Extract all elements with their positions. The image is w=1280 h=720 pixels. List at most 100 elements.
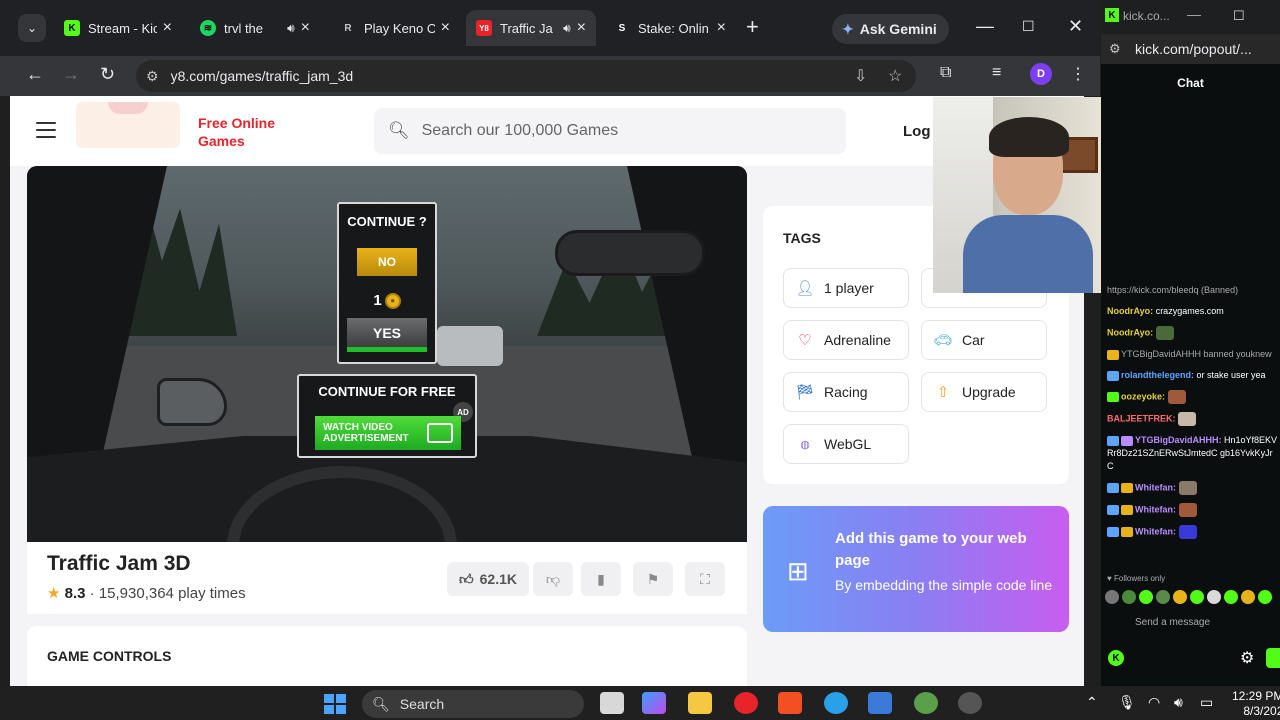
site-logo[interactable] xyxy=(76,102,180,148)
chrome-profile-icon[interactable] xyxy=(914,692,938,714)
site-info-icon[interactable]: ⚙︎ xyxy=(1109,41,1121,57)
no-button[interactable]: NO xyxy=(357,248,417,276)
tab-label: Stream - Kic xyxy=(88,20,157,36)
star-icon: ★ xyxy=(47,585,61,602)
fullscreen-button[interactable]: ⛶ xyxy=(685,562,725,596)
windows-start-icon[interactable] xyxy=(324,694,346,714)
tab-kick-stream[interactable]: K Stream - Kic × xyxy=(54,10,182,46)
site-search-bar[interactable]: 🔍︎ xyxy=(374,108,846,154)
chat-message: Whitefan: xyxy=(1107,481,1280,495)
logo-tagline[interactable]: Free Online Games xyxy=(198,114,275,150)
close-window-icon[interactable]: ✕ xyxy=(1068,16,1083,37)
close-tab-icon[interactable]: × xyxy=(163,19,172,37)
edge-icon[interactable] xyxy=(824,692,848,714)
play-count: 15,930,364 play times xyxy=(98,585,246,602)
speaker-icon[interactable]: 🔊︎ xyxy=(287,21,295,36)
copilot-icon[interactable] xyxy=(642,692,666,714)
face-emote-icon xyxy=(1178,503,1197,517)
minimize-icon[interactable]: — xyxy=(1187,6,1201,22)
send-message-input[interactable] xyxy=(1135,617,1275,628)
address-bar[interactable]: ⚙︎ y8.com/games/traffic_jam_3d ⇩ ☆ xyxy=(136,60,916,92)
kick-icon[interactable]: K xyxy=(1108,650,1124,666)
wifi-icon[interactable]: ◠ xyxy=(1148,694,1160,711)
continue-title: CONTINUE ? xyxy=(347,214,427,229)
kick-address-bar[interactable]: ⚙︎ kick.com/popout/... xyxy=(1101,34,1280,64)
back-arrow-icon[interactable]: ← xyxy=(26,64,44,85)
report-button[interactable]: ⚑ xyxy=(633,562,673,596)
media-control-icon[interactable]: ≡ xyxy=(992,64,1001,82)
taskbar-search[interactable]: 🔍︎ Search xyxy=(362,690,584,718)
battery-icon[interactable]: ▭ xyxy=(1200,694,1213,711)
kick-titlebar: K kick.co... — ☐ xyxy=(1101,0,1280,34)
embed-subtitle: By embedding the simple code line xyxy=(835,577,1053,593)
profile-avatar[interactable]: D xyxy=(1030,63,1052,85)
tab-stake[interactable]: S Stake: Onlin × xyxy=(604,10,736,46)
upgrade-arrow-icon: ⇧ xyxy=(936,384,950,401)
tab-keno[interactable]: R Play Keno O × xyxy=(330,10,460,46)
yes-button[interactable]: YES xyxy=(347,318,427,352)
new-tab-button[interactable]: + xyxy=(746,16,759,38)
maximize-icon[interactable]: ☐ xyxy=(1022,18,1035,35)
kick-window-title: kick.co... xyxy=(1123,9,1170,23)
tray-overflow-icon[interactable]: ⌃ xyxy=(1086,694,1098,711)
photos-icon[interactable] xyxy=(868,692,892,714)
rearview-mirror xyxy=(555,230,705,276)
volume-icon[interactable]: 🔊︎ xyxy=(1174,694,1183,711)
forward-arrow-icon[interactable]: → xyxy=(62,64,80,85)
gemini-sparkle-icon: ✦ xyxy=(842,20,854,37)
close-tab-icon[interactable]: × xyxy=(301,19,310,37)
embed-game-card[interactable]: ⊞ Add this game to your web page By embe… xyxy=(763,506,1069,632)
tab-spotify[interactable]: ≋ trvl the 🔊︎ × xyxy=(190,10,320,46)
task-view-icon[interactable] xyxy=(600,692,624,714)
system-clock[interactable]: 12:29 PM 8/3/202 xyxy=(1232,689,1280,719)
settings-gear-icon[interactable]: ⚙ xyxy=(1240,648,1254,668)
tag-car[interactable]: 🚗︎ Car xyxy=(921,320,1047,360)
tag-racing[interactable]: 🏁︎ Racing xyxy=(783,372,909,412)
tab-label: Stake: Onlin xyxy=(638,20,709,36)
like-button[interactable]: 👍︎ 62.1K xyxy=(447,562,529,596)
microsoft-store-icon[interactable] xyxy=(778,692,802,714)
tag-1-player[interactable]: 👤︎ 1 player xyxy=(783,268,909,308)
close-tab-icon[interactable]: × xyxy=(577,19,586,37)
maximize-icon[interactable]: ☐ xyxy=(1233,8,1245,24)
microphone-icon[interactable]: 🎙︎ xyxy=(1118,694,1136,711)
game-controls-title: GAME CONTROLS xyxy=(47,648,172,664)
search-input[interactable] xyxy=(421,122,822,140)
bookmark-button[interactable]: ▮ xyxy=(581,562,621,596)
file-explorer-icon[interactable] xyxy=(688,692,712,714)
login-link[interactable]: Log xyxy=(903,123,931,140)
install-app-icon[interactable]: ⇩ xyxy=(854,66,867,86)
tag-webgl[interactable]: ◍ WebGL xyxy=(783,424,909,464)
speaker-icon[interactable]: 🔊︎ xyxy=(563,21,571,36)
chat-messages: https://kick.com/bleedq (Banned) NoodrAy… xyxy=(1107,284,1280,547)
stake-icon: S xyxy=(618,22,626,34)
dislike-button[interactable]: 👎︎ xyxy=(533,562,573,596)
like-count: 62.1K xyxy=(479,571,517,587)
chrome-icon[interactable] xyxy=(734,692,758,714)
film-icon xyxy=(427,423,453,443)
site-info-icon[interactable]: ⚙︎ xyxy=(146,68,159,85)
watch-video-ad-button[interactable]: WATCH VIDEO ADVERTISEMENT xyxy=(315,416,461,450)
minimize-icon[interactable]: — xyxy=(976,16,994,37)
chat-message: NoodrAyo: crazygames.com xyxy=(1107,306,1224,316)
tab-traffic-jam[interactable]: Y8 Traffic Ja 🔊︎ × xyxy=(466,10,596,46)
reload-icon[interactable]: ↻ xyxy=(100,64,115,85)
webgl-icon: ◍ xyxy=(800,438,810,451)
watch-line-1: WATCH VIDEO xyxy=(323,422,393,433)
close-tab-icon[interactable]: × xyxy=(717,19,726,37)
chat-send-button[interactable] xyxy=(1266,648,1280,668)
game-canvas[interactable]: CONTINUE ? NO 1 ● YES CONTINUE FOR FREE A… xyxy=(27,166,747,542)
bookmark-star-icon[interactable]: ☆ xyxy=(888,66,902,86)
tag-adrenaline[interactable]: ♡ Adrenaline xyxy=(783,320,909,360)
tag-upgrade[interactable]: ⇧ Upgrade xyxy=(921,372,1047,412)
extensions-icon[interactable]: ⧉ xyxy=(940,64,951,82)
windows-taskbar: 🔍︎ Search ⌃ 🎙︎ ◠ 🔊︎ ▭ 12:29 PM 8/3/202 xyxy=(0,686,1280,720)
hamburger-menu-icon[interactable] xyxy=(36,122,56,138)
more-menu-icon[interactable]: ⋮ xyxy=(1070,64,1086,84)
close-tab-icon[interactable]: × xyxy=(441,19,450,37)
emote-bar[interactable] xyxy=(1105,590,1280,606)
side-mirror xyxy=(157,378,227,426)
tab-search-menu-button[interactable]: ⌄ xyxy=(18,14,46,42)
ask-gemini-button[interactable]: ✦ Ask Gemini xyxy=(832,14,949,44)
obs-icon[interactable] xyxy=(958,692,982,714)
